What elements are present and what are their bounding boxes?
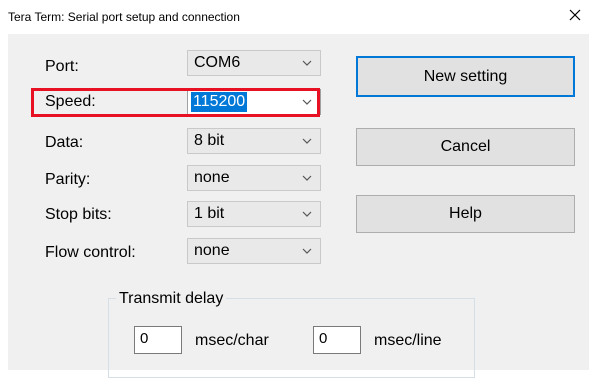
transmit-delay-caption: Transmit delay [116,289,227,309]
help-button[interactable]: Help [356,195,575,233]
msec-per-char-input[interactable]: 0 [134,326,182,354]
chevron-down-icon [302,138,312,144]
speed-value: 115200 [191,92,248,112]
new-setting-button[interactable]: New setting [356,56,575,97]
chevron-down-icon [302,248,312,254]
stop-bits-label: Stop bits: [45,206,112,223]
chevron-down-icon [302,60,312,66]
port-select[interactable]: COM6 [187,50,321,76]
stop-bits-select[interactable]: 1 bit [187,201,321,227]
stop-bits-value: 1 bit [194,205,225,222]
data-label: Data: [45,134,84,151]
parity-value: none [194,169,230,186]
msec-per-char-label: msec/char [195,332,269,349]
port-value: COM6 [194,54,241,71]
msec-per-line-label: msec/line [374,332,442,349]
chevron-down-icon [302,211,312,217]
flow-control-value: none [194,242,230,259]
chevron-down-icon [302,99,312,105]
data-select[interactable]: 8 bit [187,128,321,154]
window-title: Tera Term: Serial port setup and connect… [8,10,240,24]
cancel-button[interactable]: Cancel [356,128,575,166]
speed-select[interactable]: 115200 [187,89,321,115]
flow-control-select[interactable]: none [187,238,321,264]
close-icon[interactable] [568,8,582,22]
parity-label: Parity: [45,171,91,188]
port-label: Port: [45,58,79,75]
chevron-down-icon [302,175,312,181]
title-bar: Tera Term: Serial port setup and connect… [0,0,589,34]
data-value: 8 bit [194,132,225,149]
parity-select[interactable]: none [187,165,321,191]
msec-per-line-input[interactable]: 0 [313,326,361,354]
flow-control-label: Flow control: [45,244,136,261]
speed-label: Speed: [45,93,96,110]
